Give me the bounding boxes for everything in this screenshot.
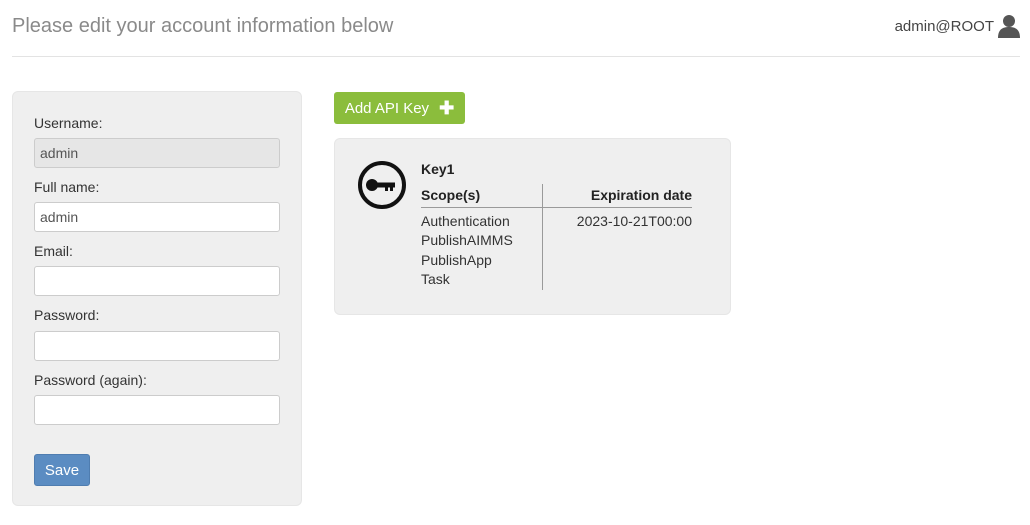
table-header-rule bbox=[421, 207, 692, 208]
user-name[interactable]: admin@ROOT bbox=[895, 18, 994, 35]
scope-item: Task bbox=[421, 270, 450, 287]
expiration-column-header: Expiration date bbox=[590, 187, 692, 203]
plus-icon: ✚ bbox=[439, 98, 455, 118]
api-key-card: Key1 Scope(s) Expiration date Authentica… bbox=[334, 138, 731, 315]
save-button[interactable]: Save bbox=[34, 454, 90, 486]
scope-item: PublishApp bbox=[421, 251, 492, 268]
username-field[interactable] bbox=[34, 138, 280, 168]
key-icon bbox=[357, 160, 407, 215]
password-again-field[interactable] bbox=[34, 395, 280, 425]
expiration-date: 2023-10-21T00:00 bbox=[576, 213, 692, 229]
scope-column-header: Scope(s) bbox=[421, 187, 481, 203]
fullname-field[interactable] bbox=[34, 202, 280, 232]
fullname-label: Full name: bbox=[34, 179, 100, 195]
username-label: Username: bbox=[34, 115, 103, 131]
password-field[interactable] bbox=[34, 331, 280, 361]
email-field[interactable] bbox=[34, 266, 280, 296]
add-api-key-label: Add API Key bbox=[344, 99, 430, 117]
api-key-name: Key1 bbox=[421, 161, 455, 177]
add-api-key-button[interactable]: Add API Key ✚ bbox=[334, 92, 465, 124]
table-column-divider bbox=[542, 184, 543, 290]
user-menu[interactable]: admin@ROOT bbox=[895, 14, 1020, 38]
email-label: Email: bbox=[34, 243, 73, 259]
account-form-panel: Username: Full name: Email: Password: Pa… bbox=[12, 91, 302, 506]
header-divider bbox=[12, 56, 1020, 57]
page-title: Please edit your account information bel… bbox=[12, 15, 394, 37]
password-label: Password: bbox=[34, 307, 100, 323]
password-again-label: Password (again): bbox=[34, 372, 147, 388]
scope-item: PublishAIMMS bbox=[421, 232, 513, 249]
scope-item: Authentication bbox=[421, 213, 510, 229]
scope-list: Authentication PublishAIMMS PublishApp T… bbox=[421, 212, 513, 289]
user-icon[interactable] bbox=[998, 14, 1020, 38]
